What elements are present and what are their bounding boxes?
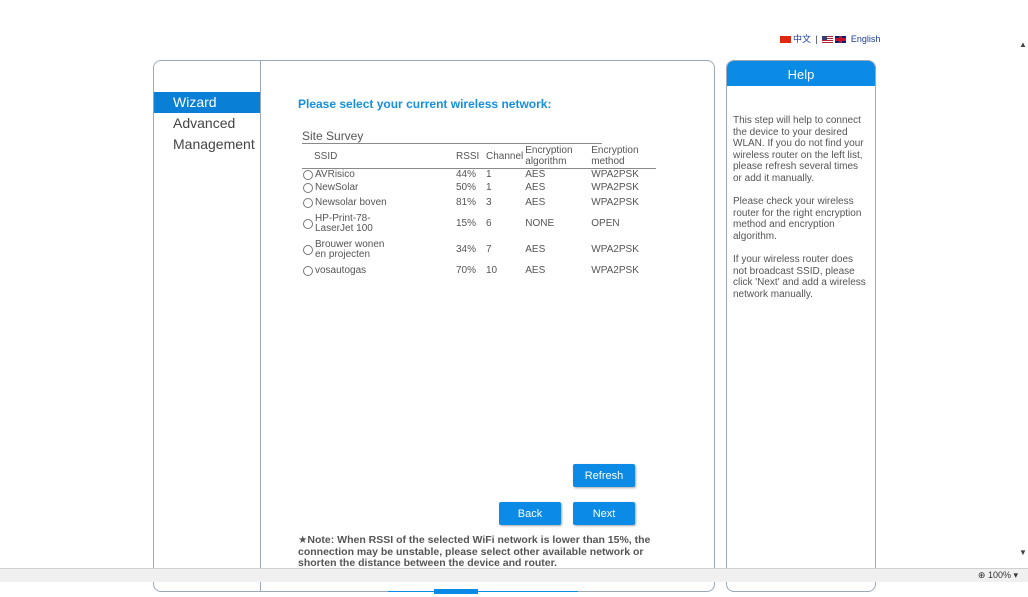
network-radio[interactable]	[303, 169, 313, 180]
nav-item-management[interactable]: Management	[154, 134, 260, 155]
network-row[interactable]: NewSolar 50% 1 AES WPA2PSK	[302, 181, 656, 196]
network-table: SSID RSSI Channel Encryption algorithm E…	[302, 144, 657, 279]
rssi-note: ★Note: When RSSI of the selected WiFi ne…	[298, 534, 683, 570]
network-method: WPA2PSK	[591, 264, 639, 276]
vertical-scrollbar[interactable]: ▲ ▼	[1017, 0, 1028, 568]
network-radio[interactable]	[303, 218, 313, 229]
nav-divider	[260, 61, 261, 591]
china-flag-icon[interactable]	[780, 36, 791, 44]
network-channel: 1	[486, 168, 492, 180]
nav-item-wizard[interactable]: Wizard	[154, 92, 260, 113]
col-enc-alg-header: Encryption algorithm	[524, 144, 591, 169]
lang-separator: |	[815, 34, 818, 44]
network-channel: 1	[486, 182, 492, 193]
network-channel: 7	[486, 243, 492, 255]
help-body: This step will help to connect the devic…	[727, 115, 875, 300]
network-row[interactable]: Newsolar boven 81% 3 AES WPA2PSK	[302, 196, 656, 211]
help-title: Help	[727, 61, 875, 86]
network-method: WPA2PSK	[591, 243, 639, 255]
network-radio[interactable]	[303, 198, 313, 208]
network-method: WPA2PSK	[591, 197, 639, 208]
col-ssid-header: SSID	[302, 144, 455, 169]
network-rssi: 44%	[456, 168, 477, 180]
network-ssid: HP-Print-78-LaserJet 100	[315, 212, 373, 234]
network-alg: AES	[525, 197, 546, 208]
network-method: WPA2PSK	[591, 182, 639, 193]
scroll-down-icon[interactable]: ▼	[1019, 548, 1027, 557]
network-method: WPA2PSK	[591, 168, 639, 180]
network-ssid: AVRisico	[315, 168, 355, 180]
next-button[interactable]: Next	[573, 502, 635, 525]
language-bar: 中文 | English	[780, 32, 880, 45]
help-paragraph: If your wireless router does not broadca…	[733, 254, 866, 300]
network-rssi: 70%	[456, 264, 477, 276]
scroll-up-icon[interactable]: ▲	[1019, 40, 1027, 49]
network-ssid: NewSolar	[315, 182, 359, 193]
note-text: Note: When RSSI of the selected WiFi net…	[298, 534, 651, 569]
network-ssid: Newsolar boven	[315, 197, 387, 208]
network-alg: AES	[525, 182, 546, 193]
status-bar: ⊕ 100% ▾	[0, 568, 1028, 582]
network-alg: AES	[525, 264, 546, 276]
network-channel: 3	[486, 197, 492, 208]
lang-chinese-link[interactable]: 中文	[793, 34, 811, 44]
sidebar-nav: Wizard Advanced Management	[154, 92, 260, 155]
star-icon: ★	[298, 534, 308, 546]
network-radio[interactable]	[303, 183, 313, 193]
step-active-bar	[434, 589, 478, 594]
step-line	[388, 591, 578, 592]
zoom-icon: ⊕	[977, 570, 988, 580]
network-row[interactable]: Brouwer wonen en projecten 34% 7 AES WPA…	[302, 237, 656, 263]
wizard-content: Please select your current wireless netw…	[298, 97, 718, 594]
network-rssi: 50%	[456, 182, 477, 193]
network-channel: 10	[486, 264, 498, 276]
site-survey-label: Site Survey	[302, 129, 364, 143]
network-alg: AES	[525, 168, 546, 180]
network-rssi: 34%	[456, 243, 477, 255]
network-ssid: Brouwer wonen en projecten	[315, 238, 385, 260]
zoom-control[interactable]: ⊕ 100% ▾	[978, 570, 1018, 581]
table-header-row: SSID RSSI Channel Encryption algorithm E…	[302, 144, 657, 169]
help-paragraph: This step will help to connect the devic…	[733, 115, 864, 184]
us-flag-icon[interactable]	[822, 36, 834, 44]
col-enc-method-header: Encryption method	[590, 144, 657, 169]
col-channel-header: Channel	[485, 144, 525, 169]
help-paragraph: Please check your wireless router for th…	[733, 196, 862, 242]
col-rssi-header: RSSI	[455, 144, 485, 169]
page-title: Please select your current wireless netw…	[298, 97, 552, 111]
zoom-level: 100%	[987, 570, 1011, 580]
network-row[interactable]: vosautogas 70% 10 AES WPA2PSK	[302, 263, 656, 279]
network-alg: AES	[525, 243, 546, 255]
back-button[interactable]: Back	[499, 502, 561, 525]
network-row[interactable]: HP-Print-78-LaserJet 100 15% 6 NONE OPEN	[302, 211, 656, 237]
network-radio[interactable]	[303, 244, 313, 255]
network-row[interactable]: AVRisico 44% 1 AES WPA2PSK	[302, 169, 656, 181]
network-alg: NONE	[525, 217, 555, 229]
refresh-button[interactable]: Refresh	[573, 464, 635, 487]
network-method: OPEN	[591, 217, 620, 229]
help-panel: Help This step will help to connect the …	[726, 60, 876, 592]
network-rssi: 15%	[456, 217, 477, 229]
network-radio[interactable]	[303, 265, 313, 276]
uk-flag-icon[interactable]	[835, 36, 847, 44]
network-ssid: vosautogas	[315, 264, 367, 276]
nav-item-advanced[interactable]: Advanced	[154, 113, 260, 134]
network-channel: 6	[486, 217, 492, 229]
main-panel: Wizard Advanced Management Please select…	[153, 60, 718, 594]
network-rssi: 81%	[456, 197, 477, 208]
lang-english-link[interactable]: English	[851, 34, 881, 44]
